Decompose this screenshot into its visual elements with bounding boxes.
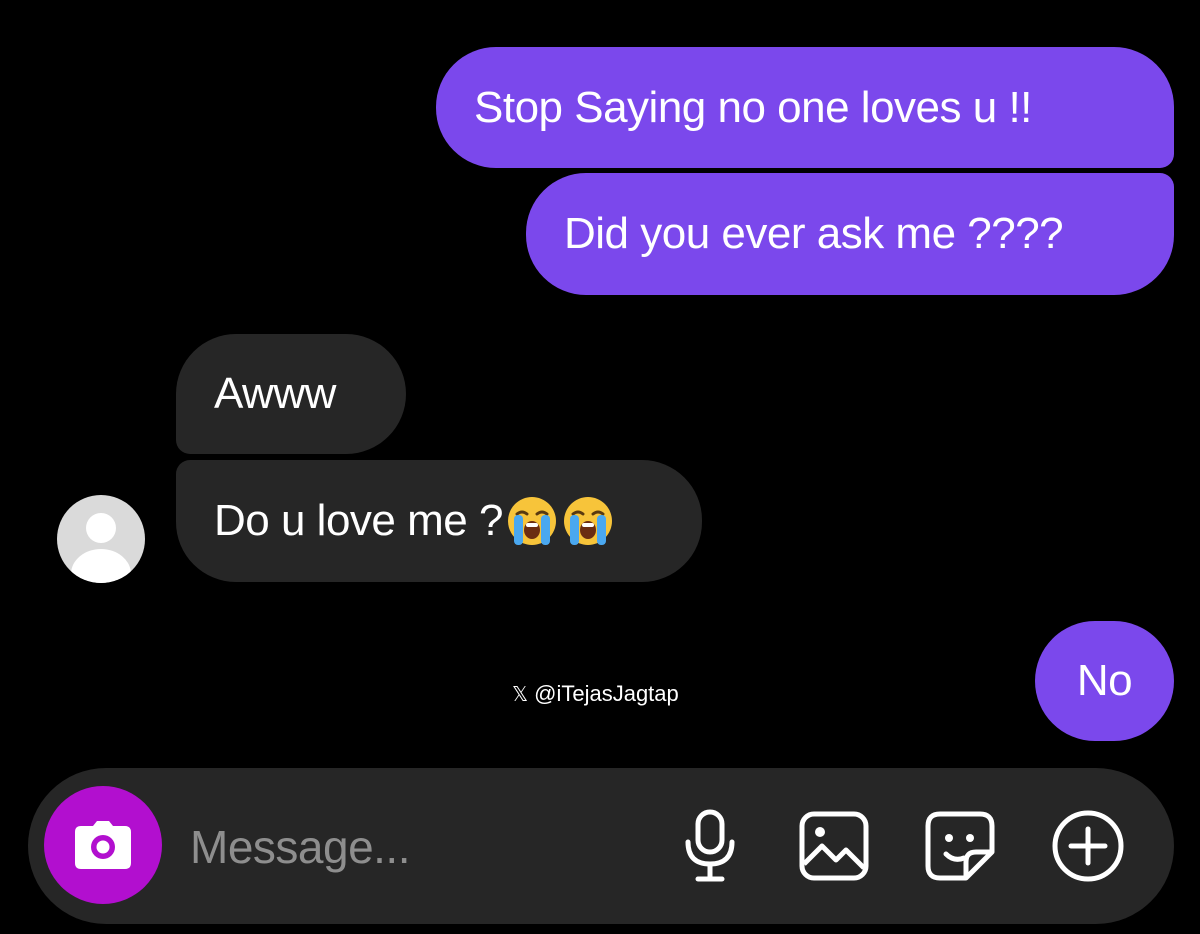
camera-icon <box>75 821 131 869</box>
more-options-button[interactable] <box>1050 808 1126 884</box>
sent-message-bubble[interactable]: No <box>1035 621 1174 741</box>
avatar-head <box>86 513 116 543</box>
message-text: No <box>1076 656 1133 705</box>
message-text: Awww <box>214 369 336 418</box>
x-logo-icon: 𝕏 <box>512 682 529 706</box>
default-avatar-icon[interactable] <box>57 495 145 583</box>
received-message-bubble[interactable]: Awww <box>176 334 406 454</box>
microphone-icon <box>685 809 735 882</box>
loudly-crying-face-emoji <box>563 497 612 545</box>
message-input[interactable] <box>190 812 610 882</box>
plus-icon <box>1052 810 1124 882</box>
gallery-button[interactable] <box>796 808 872 884</box>
loudly-crying-face-emoji <box>507 497 556 545</box>
gallery-icon <box>799 811 869 881</box>
watermark: 𝕏 @iTejasJagtap <box>512 681 679 707</box>
sticker-icon <box>925 811 995 881</box>
message-text: Did you ever ask me ???? <box>564 209 1064 258</box>
camera-button[interactable] <box>44 786 162 904</box>
received-message-bubble[interactable]: Do u love me ? <box>176 460 702 582</box>
sticker-button[interactable] <box>922 808 998 884</box>
message-text: Stop Saying no one loves u !! <box>474 82 1032 132</box>
sent-message-bubble[interactable]: Stop Saying no one loves u !! <box>436 47 1174 168</box>
microphone-button[interactable] <box>672 808 748 884</box>
sent-message-bubble[interactable]: Did you ever ask me ???? <box>526 173 1174 295</box>
avatar-shoulders <box>71 549 131 583</box>
message-text: Do u love me ? <box>214 496 503 545</box>
emoji-group <box>505 494 615 548</box>
watermark-handle: @iTejasJagtap <box>534 681 679 706</box>
